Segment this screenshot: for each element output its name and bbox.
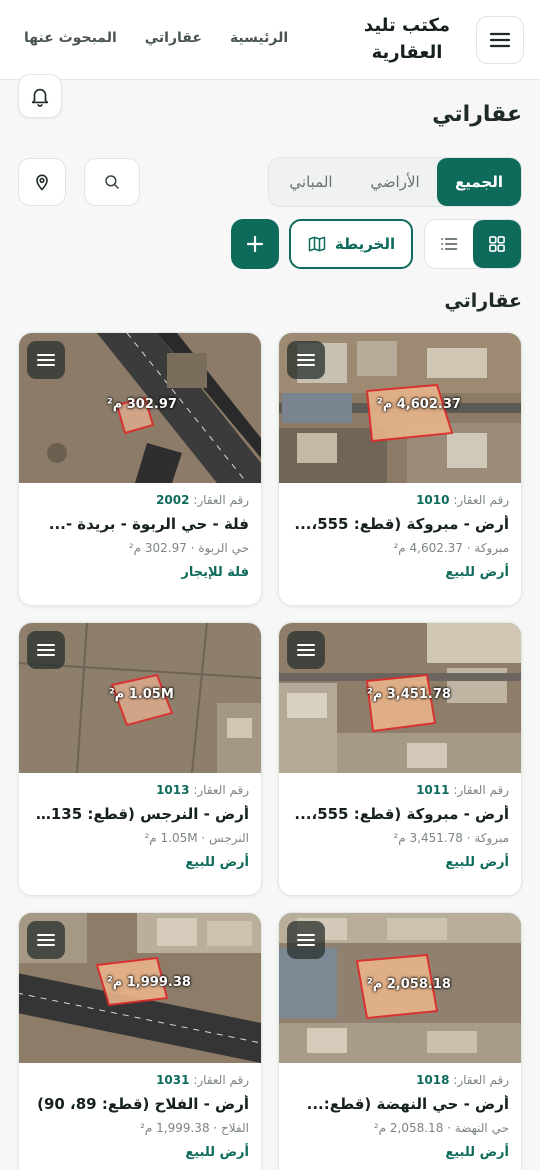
tab-lands[interactable]: الأراضي	[353, 158, 437, 206]
hamburger-icon	[297, 354, 315, 366]
notifications-button[interactable]	[18, 74, 62, 118]
property-card[interactable]: 302.97 م² رقم العقار: 2002 فلة - حي الرب…	[18, 332, 262, 606]
property-id: رقم العقار: 1018	[291, 1073, 509, 1087]
property-card[interactable]: 2,058.18 م² رقم العقار: 1018 أرض - حي ال…	[278, 912, 522, 1170]
map-icon	[308, 236, 326, 252]
area-label: 1,999.38 م²	[107, 975, 191, 990]
list-icon	[441, 238, 458, 250]
property-type: فلة للإيجار	[181, 565, 249, 580]
id-label: رقم العقار:	[193, 783, 249, 797]
area-label: 3,451.78 م²	[367, 687, 451, 702]
property-type: أرض للبيع	[445, 565, 509, 580]
search-button[interactable]	[84, 158, 140, 206]
plus-icon	[246, 235, 264, 253]
property-location: حي الربوة · 302.97 م²	[128, 541, 249, 555]
filter-tabs: الجميع الأراضي المباني	[268, 157, 522, 207]
property-id: رقم العقار: 1010	[291, 493, 509, 507]
property-card[interactable]: 3,451.78 م² رقم العقار: 1011 أرض - مبروك…	[278, 622, 522, 896]
property-id: رقم العقار: 1013	[31, 783, 249, 797]
property-type: أرض للبيع	[445, 855, 509, 870]
area-label: 302.97 م²	[107, 397, 177, 412]
add-property-button[interactable]	[231, 219, 279, 269]
card-menu-button[interactable]	[287, 341, 325, 379]
hamburger-icon	[37, 934, 55, 946]
id-value: 1018	[416, 1073, 450, 1087]
map-button[interactable]: الخريطة	[289, 219, 413, 269]
property-title: أرض - مبروكة (قطع: 555،...	[294, 805, 509, 823]
id-value: 1013	[156, 783, 190, 797]
id-label: رقم العقار:	[453, 493, 509, 507]
hamburger-icon	[297, 934, 315, 946]
id-label: رقم العقار:	[453, 783, 509, 797]
property-type: أرض للبيع	[185, 855, 249, 870]
id-label: رقم العقار:	[453, 1073, 509, 1087]
id-value: 2002	[156, 493, 190, 507]
hamburger-icon	[297, 644, 315, 656]
id-value: 1010	[416, 493, 450, 507]
property-card[interactable]: 4,602.37 م² رقم العقار: 1010 أرض - مبروك…	[278, 332, 522, 606]
map-button-label: الخريطة	[334, 235, 396, 253]
card-menu-button[interactable]	[287, 631, 325, 669]
grid-icon	[489, 236, 505, 252]
view-toggle	[424, 219, 522, 269]
card-menu-button[interactable]	[27, 921, 65, 959]
card-menu-button[interactable]	[27, 341, 65, 379]
property-title: أرض - مبروكة (قطع: 555،...	[294, 515, 509, 533]
area-label: 4,602.37 م²	[377, 397, 461, 412]
property-location: مبروكة · 3,451.78 م²	[393, 831, 509, 845]
tab-buildings[interactable]: المباني	[269, 158, 353, 206]
area-label: 1.05M م²	[109, 687, 174, 702]
property-card[interactable]: 1,999.38 م² رقم العقار: 1031 أرض - الفلا…	[18, 912, 262, 1170]
card-menu-button[interactable]	[27, 631, 65, 669]
id-label: رقم العقار:	[193, 1073, 249, 1087]
tab-all[interactable]: الجميع	[437, 158, 521, 206]
property-title: أرض - الفلاح (قطع: 89، 90)	[37, 1095, 249, 1113]
property-title: أرض - النرجس (قطع: 135،...	[31, 805, 249, 823]
hamburger-icon	[37, 354, 55, 366]
id-value: 1011	[416, 783, 450, 797]
location-button[interactable]	[18, 158, 66, 206]
page-title: عقاراتي	[432, 102, 522, 127]
property-satellite-image: 4,602.37 م²	[279, 333, 521, 483]
id-label: رقم العقار:	[193, 493, 249, 507]
property-location: الفلاح · 1,999.38 م²	[140, 1121, 249, 1135]
property-satellite-image: 2,058.18 م²	[279, 913, 521, 1063]
property-grid: 4,602.37 م² رقم العقار: 1010 أرض - مبروك…	[18, 332, 522, 1170]
menu-button[interactable]	[476, 16, 524, 64]
property-type: أرض للبيع	[185, 1145, 249, 1160]
nav-my-properties[interactable]: عقاراتي	[145, 30, 202, 46]
nav-home[interactable]: الرئيسية	[230, 30, 288, 46]
property-title: أرض - حي النهضة (قطع:...	[306, 1095, 509, 1113]
search-icon	[105, 175, 119, 189]
bell-icon	[31, 88, 49, 107]
location-pin-icon	[36, 174, 48, 191]
app-header: مكتب تليد العقارية الرئيسية عقاراتي المب…	[0, 0, 540, 80]
property-location: مبروكة · 4,602.37 م²	[393, 541, 509, 555]
top-nav: الرئيسية عقاراتي المبحوث عنها	[24, 30, 288, 46]
property-id: رقم العقار: 2002	[31, 493, 249, 507]
property-id: رقم العقار: 1011	[291, 783, 509, 797]
area-label: 2,058.18 م²	[367, 977, 451, 992]
property-satellite-image: 1.05M م²	[19, 623, 261, 773]
property-location: النرجس · 1.05M م²	[144, 831, 249, 845]
property-satellite-image: 3,451.78 م²	[279, 623, 521, 773]
list-view-button[interactable]	[425, 220, 473, 268]
property-satellite-image: 302.97 م²	[19, 333, 261, 483]
hamburger-icon	[37, 644, 55, 656]
section-title: عقاراتي	[444, 290, 522, 312]
property-type: أرض للبيع	[445, 1145, 509, 1160]
grid-view-button[interactable]	[473, 220, 521, 268]
property-title: فلة - حي الربوة - بريدة -...	[48, 515, 249, 533]
property-location: حي النهضة · 2,058.18 م²	[373, 1121, 509, 1135]
nav-searched[interactable]: المبحوث عنها	[24, 30, 117, 46]
property-id: رقم العقار: 1031	[31, 1073, 249, 1087]
brand-name: مكتب تليد العقارية	[363, 15, 451, 63]
id-value: 1031	[156, 1073, 190, 1087]
property-card[interactable]: 1.05M م² رقم العقار: 1013 أرض - النرجس (…	[18, 622, 262, 896]
card-menu-button[interactable]	[287, 921, 325, 959]
hamburger-icon	[489, 32, 511, 48]
property-satellite-image: 1,999.38 م²	[19, 913, 261, 1063]
